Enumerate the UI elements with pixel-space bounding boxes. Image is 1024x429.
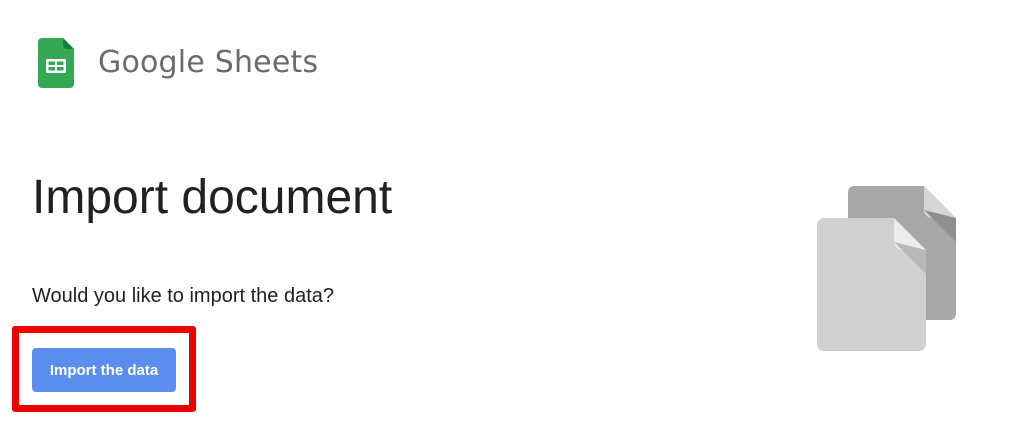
- google-sheets-logo: Google Sheets: [38, 38, 318, 88]
- documents-icon: [817, 186, 956, 351]
- import-data-button[interactable]: Import the data: [32, 348, 176, 392]
- app-name: Google Sheets: [98, 45, 319, 80]
- page-title: Import document: [32, 171, 393, 224]
- google-sheets-icon: [38, 38, 74, 88]
- import-prompt: Would you like to import the data?: [32, 285, 335, 307]
